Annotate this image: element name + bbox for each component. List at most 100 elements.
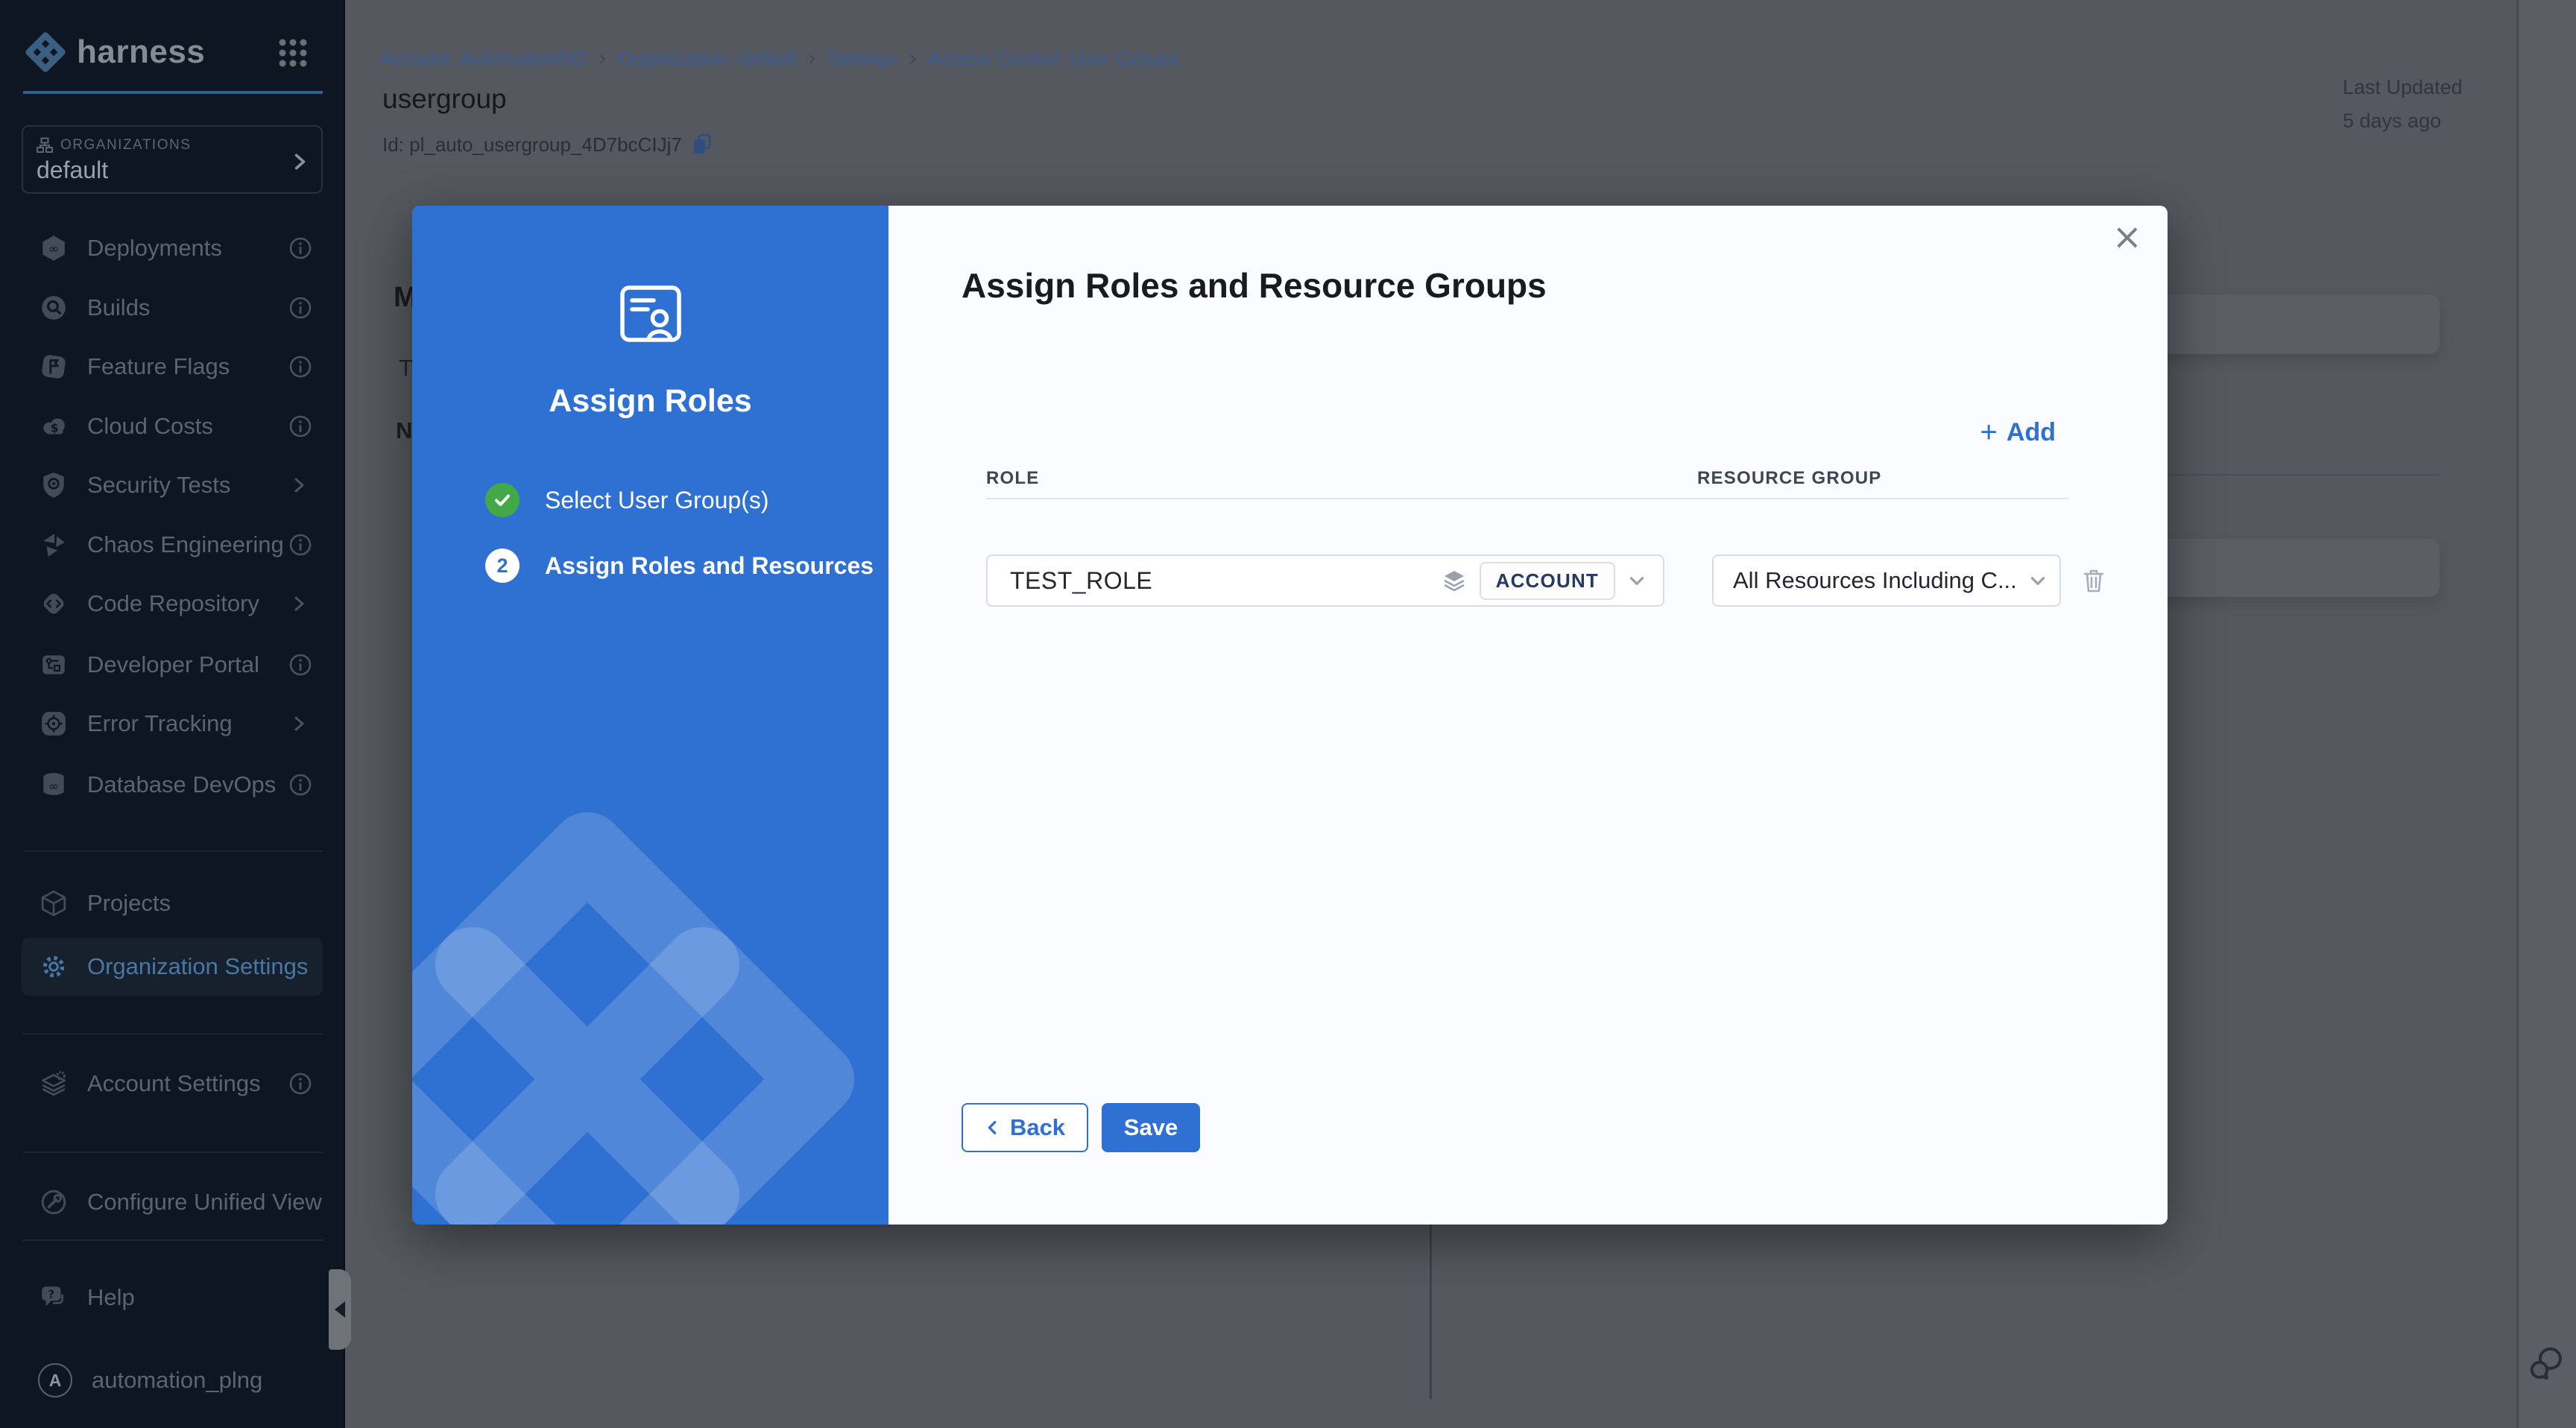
developer-portal-icon	[40, 651, 68, 679]
sidebar-item-label: Help	[87, 1284, 135, 1311]
sidebar-item-label: Code Repository	[87, 590, 259, 617]
info-icon[interactable]	[288, 1072, 312, 1096]
organizations-label: ORGANIZATIONS	[60, 137, 191, 154]
projects-icon	[40, 889, 68, 917]
resource-group-select-field[interactable]: All Resources Including C...	[1712, 555, 2061, 607]
info-icon[interactable]	[288, 773, 312, 797]
back-button[interactable]: Back	[962, 1103, 1088, 1152]
step-number-badge: 2	[485, 549, 520, 583]
avatar-letter: A	[49, 1371, 62, 1391]
info-icon[interactable]	[288, 533, 312, 557]
add-role-button[interactable]: + Add	[1980, 417, 2056, 447]
sidebar-item-builds[interactable]: Builds	[22, 278, 323, 338]
chevron-right-icon	[290, 595, 308, 613]
wizard-step-assign-roles[interactable]: 2 Assign Roles and Resources	[485, 549, 874, 583]
sidebar-item-feature-flags[interactable]: Feature Flags	[22, 337, 323, 397]
organization-value: default	[37, 157, 308, 184]
column-header-role: ROLE	[986, 468, 1039, 489]
chevron-down-icon	[1627, 571, 1647, 590]
sidebar-item-label: Deployments	[87, 235, 222, 262]
sidebar-item-projects[interactable]: Projects	[22, 873, 323, 933]
step-label: Assign Roles and Resources	[545, 552, 874, 580]
chevron-right-icon	[290, 476, 308, 494]
sidebar-item-account-settings[interactable]: Account Settings	[22, 1054, 323, 1113]
app-grid-icon[interactable]	[277, 37, 309, 69]
chat-support-icon[interactable]	[2525, 1340, 2572, 1386]
breadcrumb-link-account[interactable]: Account: AutomationNG	[380, 47, 587, 70]
step-complete-check-icon	[485, 483, 520, 517]
info-icon[interactable]	[288, 355, 312, 379]
sidebar-item-code-repository[interactable]: Code Repository	[22, 574, 323, 634]
assign-roles-card-icon	[616, 279, 685, 348]
plus-icon: +	[1980, 417, 1998, 447]
sidebar-item-label: Error Tracking	[87, 710, 233, 737]
svg-text:∞: ∞	[48, 778, 59, 793]
copy-icon[interactable]	[691, 133, 715, 157]
sidebar-item-cloud-costs[interactable]: $ Cloud Costs	[22, 397, 323, 456]
account-settings-icon	[40, 1070, 68, 1098]
breadcrumb-link-settings[interactable]: Settings	[827, 47, 897, 70]
role-select-field[interactable]: TEST_ROLE ACCOUNT	[986, 555, 1664, 607]
sidebar-item-database-devops[interactable]: ∞ Database DevOps	[22, 755, 323, 815]
brand-accent-line	[23, 91, 323, 94]
sidebar-item-user-profile[interactable]: A automation_plng	[22, 1350, 323, 1410]
delete-row-trash-icon[interactable]	[2078, 565, 2109, 596]
sidebar-item-security-tests[interactable]: Security Tests	[22, 455, 323, 515]
sidebar-item-label: Feature Flags	[87, 353, 230, 380]
harness-logo-text: harness	[77, 34, 205, 71]
harness-logo-icon	[25, 31, 66, 73]
sidebar-item-deployments[interactable]: ∞ Deployments	[22, 218, 323, 278]
last-updated-value: 5 days ago	[2343, 104, 2463, 138]
close-icon[interactable]: ×	[2112, 219, 2142, 255]
svg-text:$: $	[51, 420, 59, 435]
sidebar-item-developer-portal[interactable]: Developer Portal	[22, 635, 323, 695]
harness-watermark-icon	[412, 792, 874, 1225]
info-icon[interactable]	[288, 296, 312, 320]
info-icon[interactable]	[288, 414, 312, 438]
info-icon[interactable]	[288, 653, 312, 677]
add-label: Add	[2007, 418, 2056, 447]
sidebar-item-error-tracking[interactable]: Error Tracking	[22, 694, 323, 754]
avatar: A	[38, 1363, 72, 1397]
last-updated-block: Last Updated 5 days ago	[2343, 71, 2463, 138]
sidebar-collapse-handle[interactable]	[329, 1269, 351, 1350]
table-header-divider	[986, 498, 2068, 499]
breadcrumb-link-user-groups[interactable]: Access Control: User Groups	[928, 47, 1179, 70]
harness-logo[interactable]: harness	[25, 31, 205, 73]
security-tests-icon	[40, 471, 68, 499]
sidebar-item-label: Organization Settings	[87, 953, 308, 980]
column-header-resource-group: RESOURCE GROUP	[1697, 468, 1882, 489]
breadcrumb-separator: ›	[599, 46, 605, 70]
cloud-costs-icon: $	[40, 412, 68, 440]
assign-roles-panel: × Assign Roles and Resource Groups + Add…	[888, 206, 2168, 1225]
sidebar-item-chaos-engineering[interactable]: Chaos Engineering	[22, 515, 323, 575]
sidebar-item-label: Builds	[87, 294, 150, 321]
sidebar-edge	[344, 0, 345, 1428]
info-icon[interactable]	[288, 236, 312, 260]
save-button[interactable]: Save	[1102, 1103, 1200, 1152]
breadcrumb: Account: AutomationNG › Organization: de…	[380, 46, 1179, 70]
step-number: 2	[496, 555, 508, 578]
role-value: TEST_ROLE	[1010, 567, 1152, 595]
sidebar-item-label: Configure Unified View	[87, 1189, 322, 1216]
sidebar-divider	[23, 850, 323, 852]
organization-selector[interactable]: ORGANIZATIONS default	[22, 125, 323, 194]
assign-roles-modal: Assign Roles Select User Group(s) 2 Assi…	[412, 206, 2168, 1225]
sidebar-divider	[23, 1239, 323, 1241]
code-repository-icon	[40, 590, 68, 618]
last-updated-label: Last Updated	[2343, 71, 2463, 104]
scope-tag: ACCOUNT	[1480, 562, 1615, 600]
sidebar-item-help[interactable]: ? Help	[22, 1268, 323, 1327]
sidebar-item-label: Developer Portal	[87, 651, 259, 678]
error-tracking-icon	[40, 710, 68, 738]
sidebar-item-organization-settings[interactable]: Organization Settings	[22, 938, 323, 996]
sidebar: harness ORGANIZATIONS	[0, 0, 345, 1428]
background-text-fragment: N	[396, 417, 412, 444]
chevron-left-icon	[985, 1119, 1001, 1136]
breadcrumb-link-organization[interactable]: Organization: default	[618, 47, 797, 70]
wizard-step-select-user-groups[interactable]: Select User Group(s)	[485, 483, 769, 517]
modal-title: Assign Roles and Resource Groups	[962, 265, 1547, 306]
sidebar-item-configure-unified-view[interactable]: Configure Unified View	[22, 1172, 323, 1232]
org-hierarchy-icon	[37, 137, 53, 154]
sidebar-item-label: Projects	[87, 890, 171, 917]
